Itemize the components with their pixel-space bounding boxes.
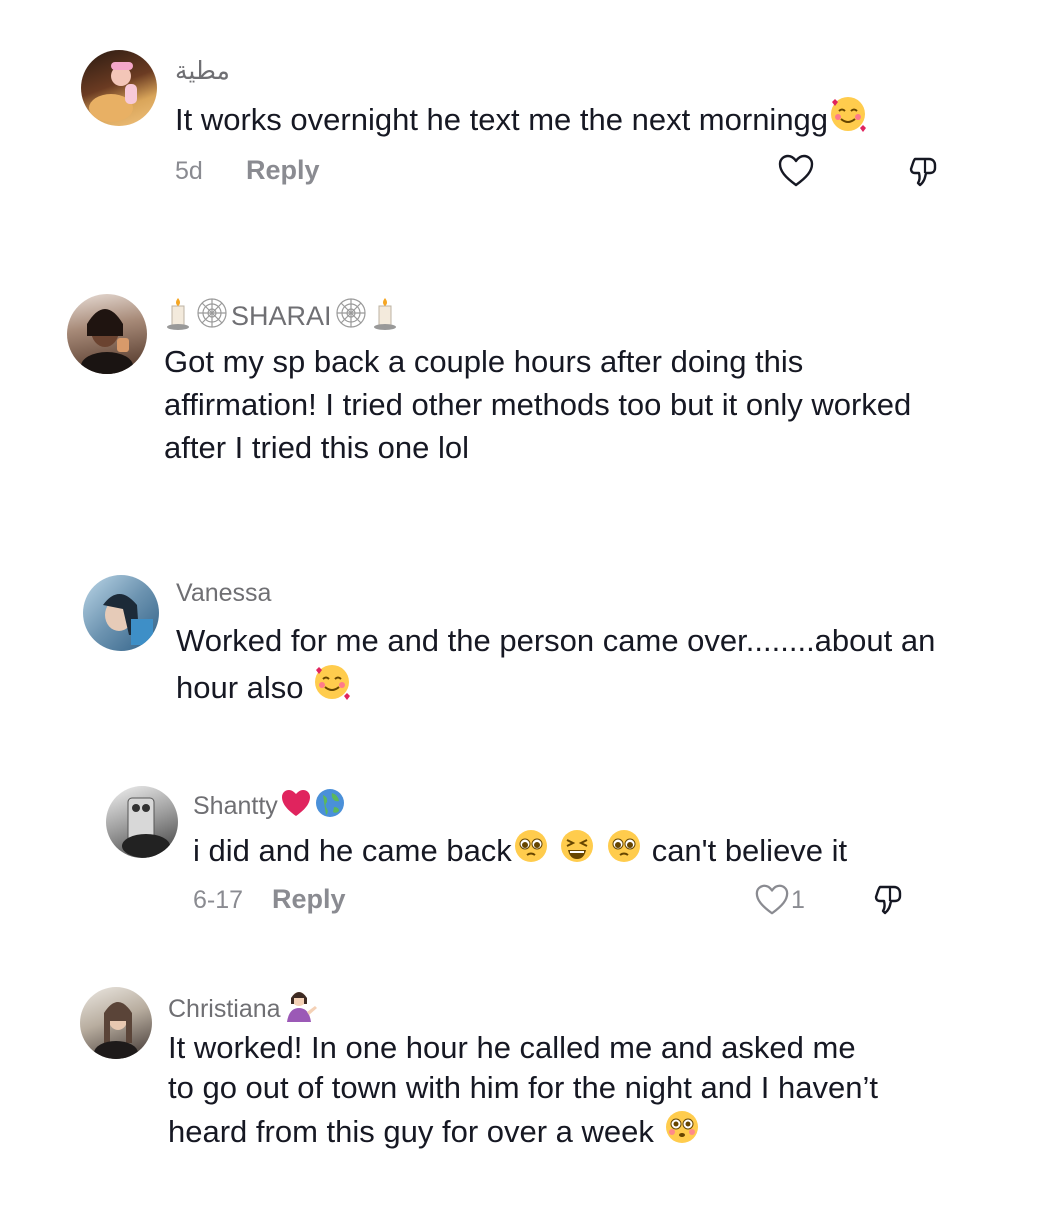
candle-icon: [370, 296, 400, 337]
like-count: 1: [791, 886, 805, 914]
smiling-hearts-emoji: [312, 662, 352, 713]
comment-username[interactable]: مطية: [175, 56, 230, 86]
comment-text-content: It worked! In one hour he called me and …: [168, 1030, 878, 1149]
pleading-face-emoji: [512, 827, 550, 876]
dislike-icon[interactable]: [903, 153, 943, 198]
comment-text: Worked for me and the person came over..…: [176, 619, 956, 713]
avatar[interactable]: [67, 294, 147, 374]
comment-text-content: It works overnight he text me the next m…: [175, 102, 829, 137]
candle-icon: [163, 296, 193, 337]
comment-time: 6-17: [193, 886, 244, 914]
comment-text: i did and he came back can't believe it: [193, 827, 913, 876]
username-text: Shantty: [193, 792, 278, 820]
avatar[interactable]: [81, 50, 157, 126]
comment-time: 5d: [175, 157, 203, 185]
like-heart-icon[interactable]: [777, 152, 815, 195]
comment-username[interactable]: Vanessa: [176, 579, 271, 608]
reply-button[interactable]: Reply: [246, 155, 320, 186]
comment-text: It works overnight he text me the next m…: [175, 94, 975, 145]
spiderweb-icon: [334, 296, 368, 337]
comment-text-part2: can't believe it: [651, 833, 848, 868]
person-tipping-hand-emoji: [283, 988, 319, 1031]
comment-text-content: Worked for me and the person came over..…: [176, 623, 936, 705]
dislike-icon[interactable]: [868, 881, 908, 926]
flushed-face-emoji: [663, 1108, 701, 1156]
red-heart-emoji: [280, 788, 312, 825]
comment-text: Got my sp back a couple hours after doin…: [164, 344, 912, 465]
reply-button[interactable]: Reply: [272, 884, 346, 915]
avatar[interactable]: [80, 987, 152, 1059]
pleading-face-emoji: [605, 827, 643, 876]
comment-text-part1: i did and he came back: [193, 833, 512, 868]
smiling-hearts-emoji: [828, 94, 868, 145]
like-heart-icon[interactable]: [754, 882, 790, 923]
username-text: SHARAI: [231, 301, 332, 331]
comment-text: It worked! In one hour he called me and …: [168, 1028, 888, 1156]
comment-username[interactable]: Christiana: [168, 988, 319, 1031]
avatar[interactable]: [106, 786, 178, 858]
spiderweb-icon: [195, 296, 229, 337]
avatar[interactable]: [83, 575, 159, 651]
username-text: Christiana: [168, 995, 281, 1023]
globe-emoji: [314, 787, 346, 826]
comment-username[interactable]: Shantty: [193, 787, 346, 826]
comment-username[interactable]: SHARAI: [163, 296, 400, 337]
grinning-squinting-emoji: [558, 827, 596, 876]
